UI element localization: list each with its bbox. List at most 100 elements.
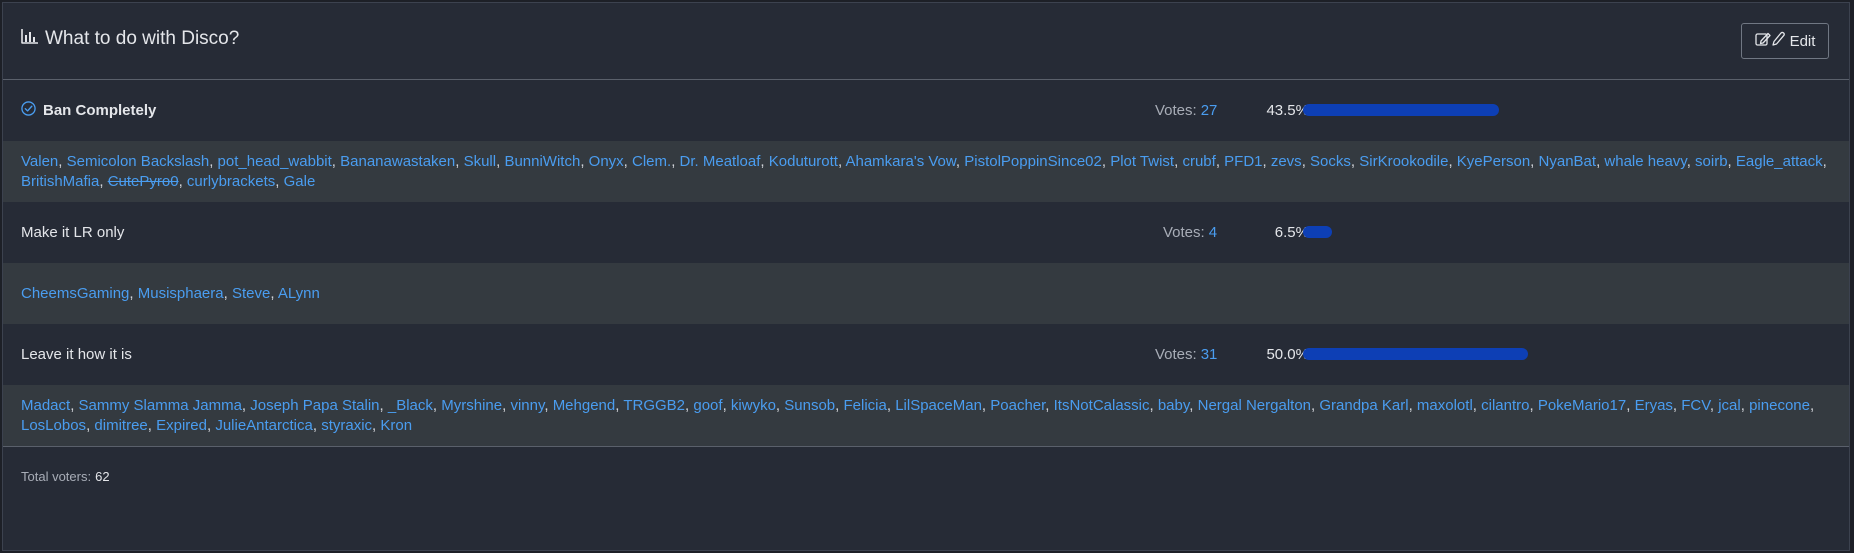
edit-label: Edit (1789, 32, 1816, 50)
voter-separator: , (312, 416, 322, 434)
voter-link[interactable]: Eryas (1635, 397, 1673, 414)
voter-separator: , (241, 396, 251, 414)
voter-link[interactable]: crubf (1182, 153, 1215, 170)
voter-link[interactable]: LosLobos (21, 417, 86, 434)
poll-option-ban-completely[interactable]: Ban Completely Votes: 27 43.5% (3, 80, 1849, 141)
voter-separator: , (1301, 152, 1311, 170)
voter-link[interactable]: kiwyko (731, 397, 776, 414)
voter-link[interactable]: Steve (232, 285, 270, 302)
voter-link[interactable]: Expired (156, 417, 207, 434)
voter-separator: , (623, 152, 633, 170)
voter-link[interactable]: Grandpa Karl (1319, 397, 1408, 414)
voter-link[interactable]: Poacher (990, 397, 1045, 414)
voter-link[interactable]: styraxic (321, 417, 372, 434)
vote-bar-fill (1303, 348, 1528, 360)
voter-separator: , (1626, 396, 1635, 414)
voter-link[interactable]: ALynn (278, 285, 320, 302)
voter-link[interactable]: Joseph Papa Stalin (250, 397, 379, 414)
voter-link[interactable]: Ahamkara's Vow (845, 153, 955, 170)
voter-link[interactable]: Skull (464, 153, 497, 170)
voter-separator: , (1727, 152, 1736, 170)
poll-option-leave-it-how-it-is[interactable]: Leave it how it is Votes: 31 50.0% (3, 324, 1849, 385)
voter-link[interactable]: Gale (284, 173, 316, 190)
voter-link[interactable]: TRGGB2 (623, 397, 685, 414)
voter-link[interactable]: Sammy Slamma Jamma (79, 397, 242, 414)
voter-separator: , (1686, 152, 1696, 170)
voter-link[interactable]: Kron (380, 417, 412, 434)
voter-link[interactable]: Onyx (589, 153, 624, 170)
voter-link[interactable]: LilSpaceMan (895, 397, 982, 414)
voter-link[interactable]: Dr. Meatloaf (680, 153, 761, 170)
voter-separator: , (1809, 396, 1815, 414)
voter-link[interactable]: curlybrackets (187, 173, 275, 190)
voter-link[interactable]: vinny (510, 397, 544, 414)
voter-link[interactable]: JulieAntarctica (215, 417, 313, 434)
voter-separator: , (544, 396, 553, 414)
voter-link[interactable]: Felicia (843, 397, 886, 414)
voter-link[interactable]: NyanBat (1539, 153, 1597, 170)
voter-link[interactable]: Musisphaera (138, 285, 224, 302)
voter-link[interactable]: zevs (1271, 153, 1302, 170)
voter-link[interactable]: Mehgend (553, 397, 616, 414)
voter-link[interactable]: goof (693, 397, 722, 414)
voter-link[interactable]: maxolotl (1417, 397, 1473, 414)
edit-button[interactable]: Edit (1741, 23, 1829, 59)
voter-link[interactable]: PFD1 (1224, 153, 1262, 170)
voter-link[interactable]: Nergal Nergalton (1198, 397, 1311, 414)
voter-link[interactable]: jcal (1718, 397, 1741, 414)
votes-label: Votes: (1155, 346, 1197, 363)
voter-separator: , (275, 172, 284, 190)
voter-separator: , (99, 172, 108, 190)
voter-link[interactable]: Myrshine (441, 397, 502, 414)
voter-link[interactable]: ItsNotCalassic (1054, 397, 1150, 414)
voter-link[interactable]: dimitree (94, 417, 147, 434)
voter-link[interactable]: whale heavy (1604, 153, 1686, 170)
voter-link[interactable]: Koduturott (769, 153, 838, 170)
voter-separator: , (580, 152, 589, 170)
voter-link[interactable]: pinecone (1749, 397, 1810, 414)
voter-link[interactable]: soirb (1695, 153, 1728, 170)
voter-separator: , (455, 152, 464, 170)
voter-link[interactable]: PokeMario17 (1538, 397, 1626, 414)
vote-bar (1303, 104, 1733, 116)
voter-link[interactable]: PistolPoppinSince02 (964, 153, 1102, 170)
voter-link[interactable]: _Black (388, 397, 433, 414)
voter-link[interactable]: Madact (21, 397, 70, 414)
voters-text: CheemsGaming, Musisphaera, Steve, ALynn (21, 284, 1831, 304)
votes-number[interactable]: 27 (1201, 102, 1218, 119)
voter-separator: , (379, 396, 388, 414)
voter-link[interactable]: Plot Twist (1110, 153, 1174, 170)
voter-link[interactable]: BunniWitch (504, 153, 580, 170)
voter-link[interactable]: Semicolon Backslash (67, 153, 210, 170)
voter-link[interactable]: pot_head_wabbit (218, 153, 332, 170)
voter-separator: , (1149, 396, 1158, 414)
voter-link[interactable]: Clem. (632, 153, 671, 170)
voter-separator: , (1529, 396, 1538, 414)
votes-label: Votes: (1155, 102, 1197, 119)
voter-link[interactable]: Sunsob (784, 397, 835, 414)
voter-link[interactable]: baby (1158, 397, 1189, 414)
voter-separator: , (671, 152, 680, 170)
voter-link[interactable]: FCV (1681, 397, 1710, 414)
option-label: Make it LR only (21, 224, 125, 241)
voter-link[interactable]: Socks (1310, 153, 1351, 170)
votes-number[interactable]: 31 (1201, 346, 1218, 363)
voter-link[interactable]: Valen (21, 153, 58, 170)
voter-link[interactable]: Bananawastaken (340, 153, 455, 170)
vote-bar-fill (1303, 226, 1333, 238)
option-label: Ban Completely (43, 102, 157, 119)
poll-option-make-it-lr-only[interactable]: Make it LR only Votes: 4 6.5% (3, 202, 1849, 263)
voter-link[interactable]: CheemsGaming (21, 285, 129, 302)
voter-separator: , (981, 396, 991, 414)
voter-separator: , (147, 416, 157, 434)
voters-text: Madact, Sammy Slamma Jamma, Joseph Papa … (21, 396, 1831, 436)
voter-link[interactable]: Eagle_attack (1736, 153, 1823, 170)
voter-link[interactable]: CutePyro0 (108, 173, 179, 190)
voter-link[interactable]: BritishMafia (21, 173, 99, 190)
voter-separator: , (886, 396, 896, 414)
voter-link[interactable]: cilantro (1481, 397, 1529, 414)
voter-separator: , (1472, 396, 1482, 414)
voter-link[interactable]: KyePerson (1457, 153, 1530, 170)
voter-link[interactable]: SirKrookodile (1359, 153, 1448, 170)
votes-number[interactable]: 4 (1209, 224, 1217, 241)
